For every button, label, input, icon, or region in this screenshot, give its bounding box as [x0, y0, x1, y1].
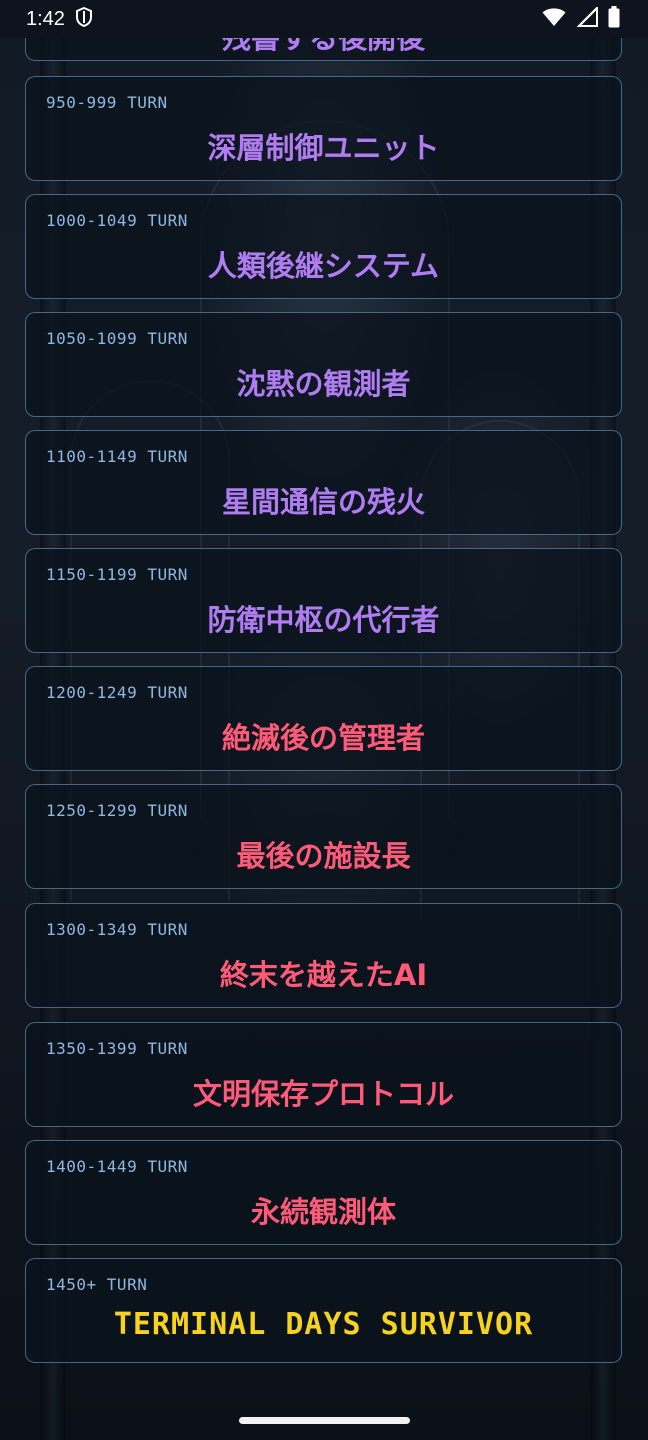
- rank-title: 沈黙の観測者: [236, 367, 411, 401]
- rank-title: 文明保存プロトコル: [192, 1077, 454, 1111]
- rank-turn-range: 1150-1199 TURN: [46, 565, 188, 584]
- rank-card[interactable]: 1100-1149 TURN 星間通信の残火: [25, 430, 622, 535]
- rank-card[interactable]: 1000-1049 TURN 人類後継システム: [25, 194, 622, 299]
- rank-title: 終末を越えたAI: [219, 958, 428, 992]
- rank-turn-range: 1250-1299 TURN: [46, 801, 188, 820]
- wifi-icon: [542, 7, 566, 31]
- rank-card[interactable]: 1350-1399 TURN 文明保存プロトコル: [25, 1022, 622, 1127]
- rank-title: 永続観測体: [250, 1195, 396, 1229]
- signal-icon: [576, 5, 598, 31]
- rank-card[interactable]: 1250-1299 TURN 最後の施設長: [25, 784, 622, 889]
- gesture-nav-handle[interactable]: [239, 1417, 410, 1424]
- rank-turn-range: 1000-1049 TURN: [46, 211, 188, 230]
- rank-turn-range: 1050-1099 TURN: [46, 329, 188, 348]
- rank-turn-range: 1350-1399 TURN: [46, 1039, 188, 1058]
- rank-card[interactable]: 950-999 TURN 深層制御ユニット: [25, 76, 622, 181]
- rank-card[interactable]: 1450+ TURN TERMINAL DAYS SURVIVOR: [25, 1258, 622, 1363]
- rank-title: 星間通信の残火: [221, 485, 425, 519]
- shield-icon: [75, 6, 93, 31]
- rank-card[interactable]: 1150-1199 TURN 防衛中枢の代行者: [25, 548, 622, 653]
- rank-title: 人類後継システム: [207, 249, 440, 283]
- rank-title: 絶滅後の管理者: [221, 721, 425, 755]
- rank-card[interactable]: 1300-1349 TURN 終末を越えたAI: [25, 903, 622, 1008]
- rank-title: TERMINAL DAYS SURVIVOR: [113, 1307, 534, 1342]
- rank-turn-range: 1100-1149 TURN: [46, 447, 188, 466]
- rank-title: 最後の施設長: [236, 839, 411, 873]
- rank-turn-range: 1450+ TURN: [46, 1275, 148, 1294]
- screen: 1:42 残書する後開後 950-999 TURN 深層制御ユニット 1000-…: [0, 0, 648, 1440]
- rank-turn-range: 950-999 TURN: [46, 93, 168, 112]
- rank-card[interactable]: 1200-1249 TURN 絶滅後の管理者: [25, 666, 622, 771]
- rank-title: 深層制御ユニット: [207, 131, 440, 165]
- status-time: 1:42: [26, 7, 65, 30]
- rank-turn-range: 1200-1249 TURN: [46, 683, 188, 702]
- rank-card[interactable]: 1400-1449 TURN 永続観測体: [25, 1140, 622, 1245]
- rank-card[interactable]: 1050-1099 TURN 沈黙の観測者: [25, 312, 622, 417]
- rank-title: 防衛中枢の代行者: [207, 603, 440, 637]
- rank-turn-range: 1300-1349 TURN: [46, 920, 188, 939]
- status-bar: 1:42: [0, 0, 648, 38]
- battery-icon: [608, 6, 620, 32]
- rank-turn-range: 1400-1449 TURN: [46, 1157, 188, 1176]
